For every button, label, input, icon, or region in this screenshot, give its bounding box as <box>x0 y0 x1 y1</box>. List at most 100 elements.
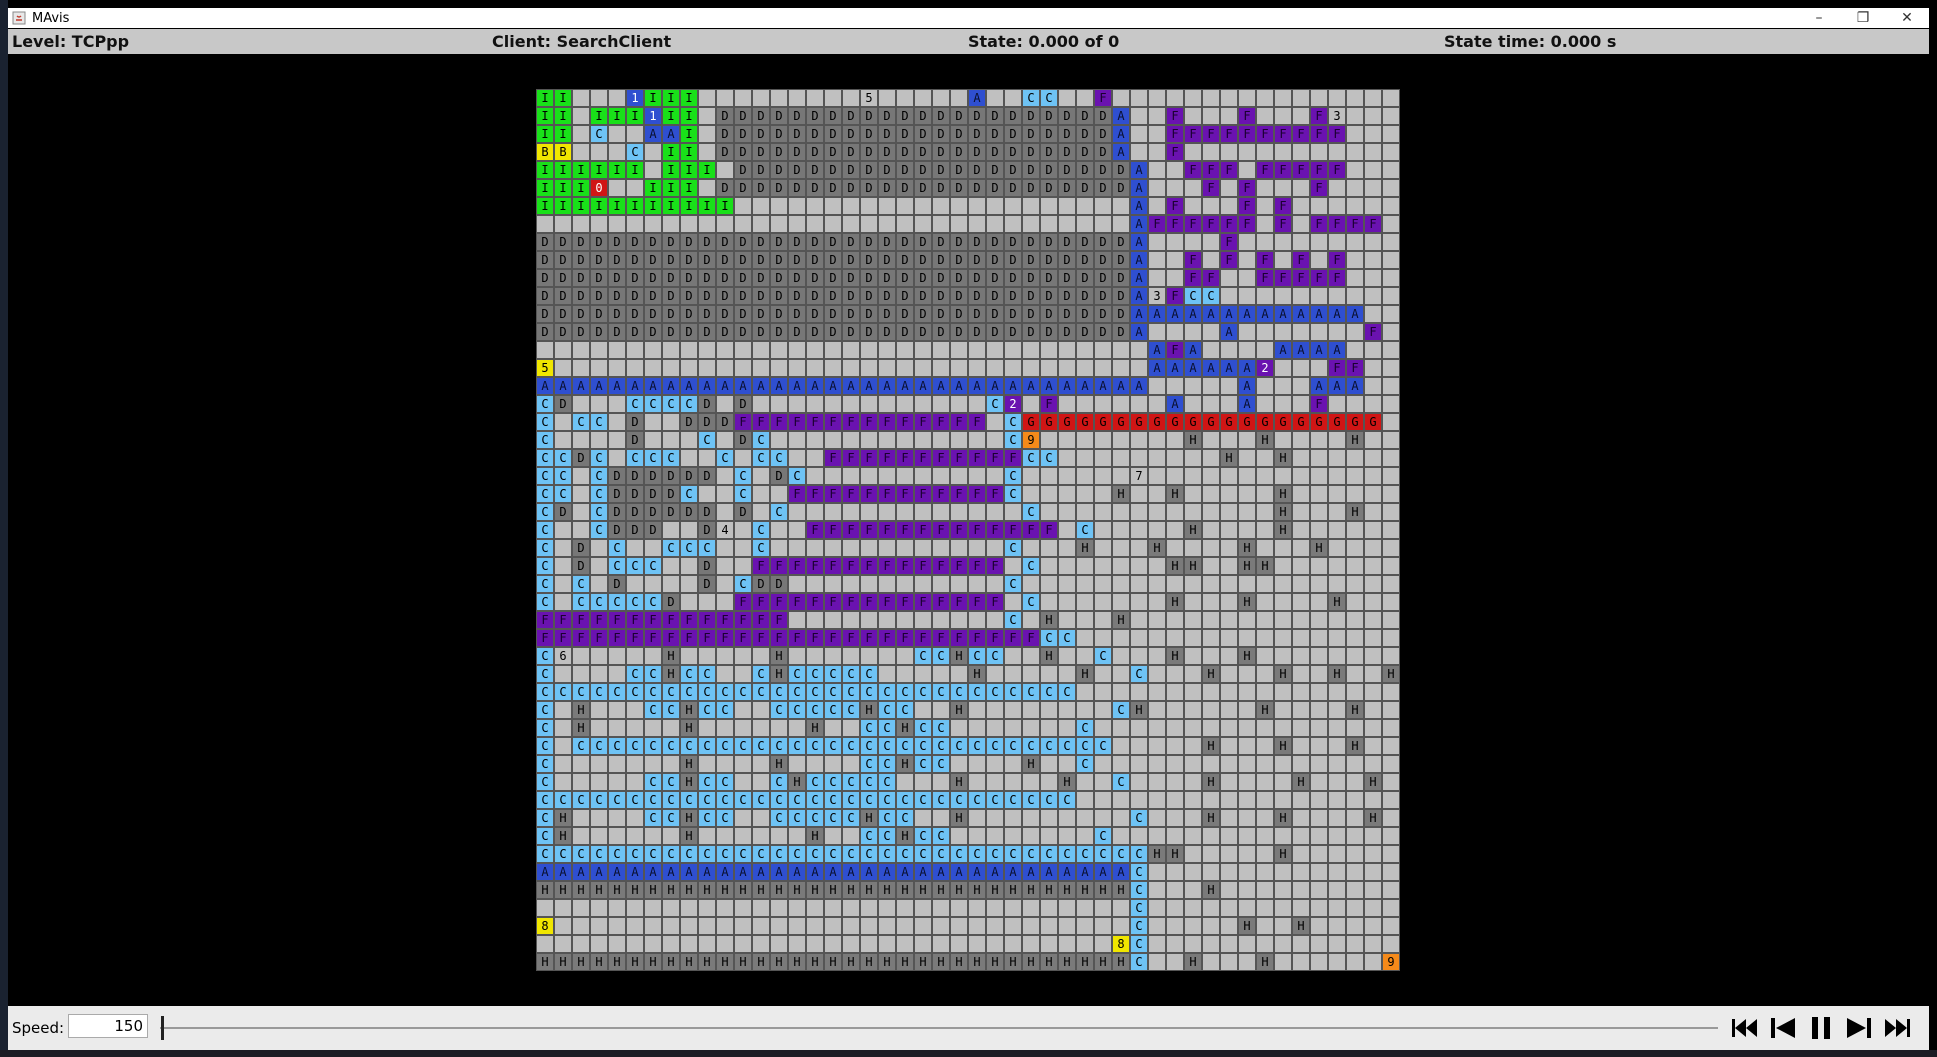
floor-cell <box>1310 827 1328 845</box>
skip-to-start-button[interactable] <box>1728 1014 1762 1042</box>
floor-cell <box>1058 575 1076 593</box>
box-cell: C <box>716 845 734 863</box>
floor-cell <box>1364 89 1382 107</box>
box-cell: C <box>770 503 788 521</box>
floor-cell <box>1148 143 1166 161</box>
box-cell: C <box>734 485 752 503</box>
floor-cell <box>1292 431 1310 449</box>
box-cell: D <box>806 305 824 323</box>
floor-cell <box>1328 521 1346 539</box>
floor-cell <box>1076 431 1094 449</box>
box-cell: G <box>1310 413 1328 431</box>
floor-cell <box>1256 215 1274 233</box>
floor-cell <box>554 719 572 737</box>
box-cell: A <box>1238 377 1256 395</box>
box-cell: D <box>788 287 806 305</box>
step-forward-button[interactable] <box>1842 1014 1876 1042</box>
box-cell: C <box>1004 791 1022 809</box>
box-cell: D <box>590 233 608 251</box>
box-cell: A <box>590 377 608 395</box>
box-cell: D <box>1022 287 1040 305</box>
floor-cell <box>1166 629 1184 647</box>
floor-cell <box>1094 557 1112 575</box>
floor-cell <box>716 917 734 935</box>
floor-cell <box>1238 143 1256 161</box>
floor-cell <box>1346 521 1364 539</box>
floor-cell <box>1040 719 1058 737</box>
box-cell: D <box>1076 305 1094 323</box>
floor-cell <box>1310 737 1328 755</box>
floor-cell <box>572 125 590 143</box>
box-cell: F <box>1166 215 1184 233</box>
floor-cell <box>1256 341 1274 359</box>
floor-cell <box>1112 215 1130 233</box>
box-cell: F <box>1166 341 1184 359</box>
floor-cell <box>1274 647 1292 665</box>
speed-label: Speed: <box>12 1019 65 1037</box>
floor-cell <box>1058 431 1076 449</box>
box-cell: C <box>536 485 554 503</box>
floor-cell <box>878 89 896 107</box>
box-cell: D <box>860 125 878 143</box>
box-cell: C <box>842 737 860 755</box>
info-bar: Level: TCPpp Client: SearchClient State:… <box>8 29 1929 54</box>
floor-cell <box>770 89 788 107</box>
box-cell: C <box>608 683 626 701</box>
floor-cell <box>1328 881 1346 899</box>
box-cell: F <box>1346 215 1364 233</box>
box-cell: D <box>698 233 716 251</box>
floor-cell <box>644 215 662 233</box>
floor-cell <box>1364 233 1382 251</box>
box-cell: C <box>626 395 644 413</box>
floor-cell <box>1022 647 1040 665</box>
floor-cell <box>1220 665 1238 683</box>
box-cell: F <box>824 593 842 611</box>
floor-cell <box>1382 521 1400 539</box>
floor-cell <box>1058 611 1076 629</box>
box-cell: I <box>662 89 680 107</box>
box-cell: C <box>662 683 680 701</box>
box-cell: D <box>788 323 806 341</box>
box-cell: F <box>1004 629 1022 647</box>
box-cell: D <box>842 233 860 251</box>
box-cell: C <box>1076 845 1094 863</box>
box-cell: D <box>1022 305 1040 323</box>
floor-cell <box>1004 359 1022 377</box>
box-cell: G <box>1022 413 1040 431</box>
floor-cell <box>662 431 680 449</box>
state-slider-track[interactable] <box>160 1027 1718 1029</box>
box-cell: D <box>716 143 734 161</box>
minimize-icon[interactable]: – <box>1797 8 1841 28</box>
box-cell: A <box>1328 305 1346 323</box>
floor-cell <box>1292 881 1310 899</box>
box-cell: C <box>1004 467 1022 485</box>
floor-cell <box>554 215 572 233</box>
floor-cell <box>680 935 698 953</box>
box-cell: F <box>950 413 968 431</box>
floor-cell <box>1274 431 1292 449</box>
floor-cell <box>1256 737 1274 755</box>
floor-cell <box>1328 287 1346 305</box>
box-cell: A <box>968 863 986 881</box>
state-slider-thumb[interactable] <box>161 1016 164 1040</box>
box-cell: A <box>1274 305 1292 323</box>
floor-cell <box>572 503 590 521</box>
floor-cell <box>1130 539 1148 557</box>
floor-cell <box>770 341 788 359</box>
floor-cell <box>698 107 716 125</box>
box-cell: I <box>572 197 590 215</box>
floor-cell <box>752 485 770 503</box>
skip-to-end-button[interactable] <box>1880 1014 1914 1042</box>
floor-cell <box>1040 899 1058 917</box>
pause-button[interactable] <box>1804 1014 1838 1042</box>
close-icon[interactable]: ✕ <box>1885 8 1929 28</box>
box-cell: A <box>1166 395 1184 413</box>
floor-cell <box>1256 233 1274 251</box>
speed-input[interactable] <box>68 1014 148 1038</box>
box-cell: C <box>1130 881 1148 899</box>
floor-cell <box>752 827 770 845</box>
step-back-button[interactable] <box>1766 1014 1800 1042</box>
box-cell: C <box>770 773 788 791</box>
floor-cell <box>1040 701 1058 719</box>
restore-icon[interactable]: ❐ <box>1841 8 1885 28</box>
